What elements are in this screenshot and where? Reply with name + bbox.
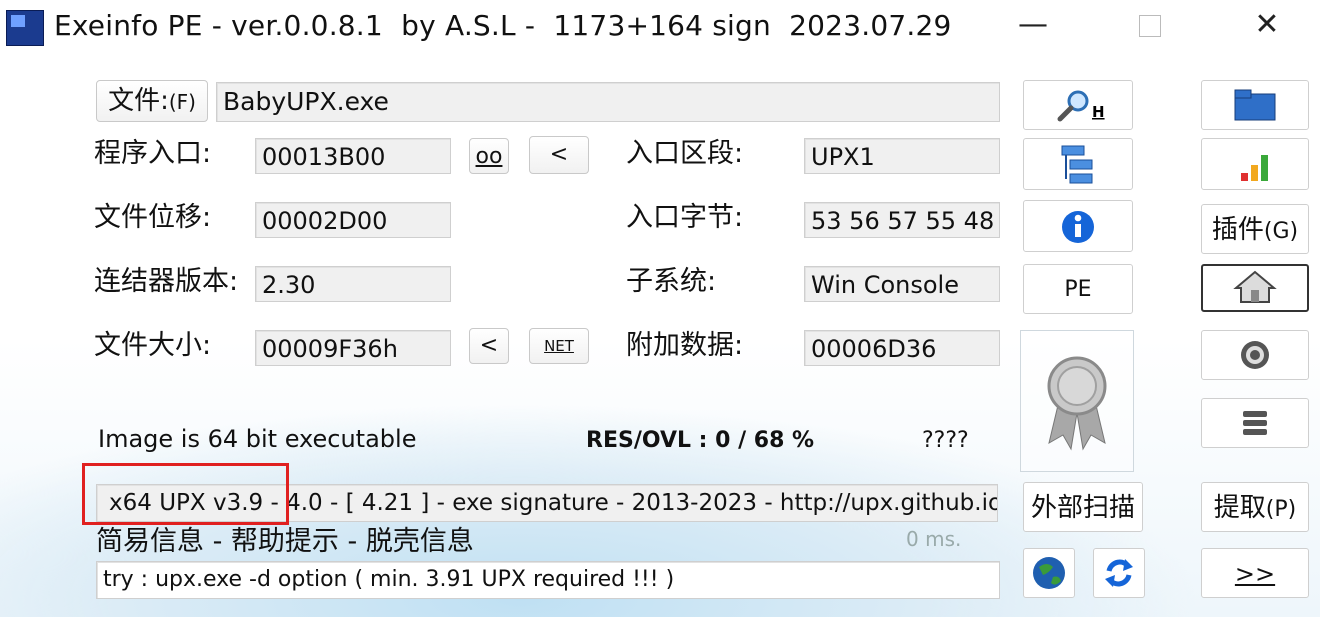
info-tabs-line[interactable]: 简易信息 - 帮助提示 - 脱壳信息 xyxy=(96,524,474,560)
award-panel xyxy=(1020,330,1134,472)
gear-icon xyxy=(1241,341,1269,369)
award-ribbon-icon xyxy=(1047,356,1107,451)
stats-button[interactable] xyxy=(1201,138,1309,190)
folder-icon xyxy=(1234,89,1276,121)
home-icon xyxy=(1233,270,1277,303)
home-button[interactable] xyxy=(1201,264,1309,312)
search-h-label: H xyxy=(1092,103,1105,121)
overlay-label: 附加数据: xyxy=(626,330,744,361)
maximize-icon xyxy=(1139,14,1161,37)
entry-point-label: 程序入口: xyxy=(94,138,212,169)
entry-bytes-field[interactable]: 53 56 57 55 48 xyxy=(804,202,1000,238)
timing-text: 0 ms. xyxy=(906,527,962,551)
linker-version-label: 连结器版本: xyxy=(94,266,239,297)
globe-icon xyxy=(1033,557,1065,589)
settings-button[interactable] xyxy=(1201,330,1309,380)
external-scan-button[interactable]: 外部扫描 xyxy=(1023,482,1143,532)
signal-bars-icon xyxy=(1241,155,1268,181)
pe-button[interactable]: PE xyxy=(1023,264,1133,314)
entry-section-field[interactable]: UPX1 xyxy=(804,138,1000,174)
sections-button[interactable] xyxy=(1023,138,1133,190)
file-offset-label: 文件位移: xyxy=(94,202,212,233)
file-open-button[interactable]: 文件:(F) xyxy=(96,80,208,122)
refresh-icon xyxy=(1105,559,1133,587)
linker-version-field[interactable]: 2.30 xyxy=(255,266,451,302)
search-button[interactable]: H xyxy=(1023,80,1133,130)
entry-point-field[interactable]: 00013B00 xyxy=(255,138,451,174)
minimize-button[interactable]: — xyxy=(978,0,1088,50)
close-button[interactable]: ✕ xyxy=(1212,0,1320,50)
file-button-shortcut: (F) xyxy=(168,90,196,114)
hint-field[interactable]: try : upx.exe -d option ( min. 3.91 UPX … xyxy=(96,561,1000,599)
extract-button[interactable]: 提取(P) xyxy=(1201,482,1309,532)
file-offset-field[interactable]: 00002D00 xyxy=(255,202,451,238)
info-button[interactable] xyxy=(1023,200,1133,252)
subsystem-label: 子系统: xyxy=(626,266,717,297)
plugins-button[interactable]: 插件(G) xyxy=(1201,204,1309,254)
extract-shortcut: (P) xyxy=(1265,497,1297,522)
tree-icon xyxy=(1061,145,1093,184)
plugins-shortcut: (G) xyxy=(1263,219,1299,244)
file-size-field[interactable]: 00009F36h xyxy=(255,330,451,366)
entry-point-back-button[interactable]: < xyxy=(529,136,589,174)
maximize-button[interactable] xyxy=(1095,0,1205,50)
search-icon: H xyxy=(1057,90,1105,122)
menu-button[interactable] xyxy=(1201,398,1309,448)
net-button[interactable]: NET xyxy=(529,328,589,364)
menu-icon xyxy=(1243,411,1267,435)
entry-bytes-label: 入口字节: xyxy=(626,202,744,233)
entry-section-label: 入口区段: xyxy=(626,138,744,169)
oo-button[interactable]: oo xyxy=(469,138,509,174)
app-icon[interactable] xyxy=(6,10,44,46)
overlay-field[interactable]: 00006D36 xyxy=(804,330,1000,366)
file-button-label: 文件: xyxy=(108,86,169,116)
open-folder-button[interactable] xyxy=(1201,80,1309,130)
info-icon xyxy=(1062,211,1094,243)
unknown-marker: ???? xyxy=(922,428,969,453)
more-button[interactable]: >> xyxy=(1201,548,1309,598)
subsystem-field[interactable]: Win Console xyxy=(804,266,1000,302)
file-size-label: 文件大小: xyxy=(94,330,212,361)
image-info-text: Image is 64 bit executable xyxy=(98,425,417,453)
plugins-label: 插件 xyxy=(1211,215,1264,245)
extract-label: 提取 xyxy=(1213,493,1266,523)
window-title: Exeinfo PE - ver.0.0.8.1 by A.S.L - 1173… xyxy=(54,9,952,42)
refresh-button[interactable] xyxy=(1093,548,1145,598)
file-name-field[interactable]: BabyUPX.exe xyxy=(216,82,1000,122)
globe-button[interactable] xyxy=(1023,548,1075,598)
file-size-back-button[interactable]: < xyxy=(469,328,509,364)
res-ovl-text: RES/OVL : 0 / 68 % xyxy=(586,428,815,453)
highlight-box xyxy=(82,463,289,525)
